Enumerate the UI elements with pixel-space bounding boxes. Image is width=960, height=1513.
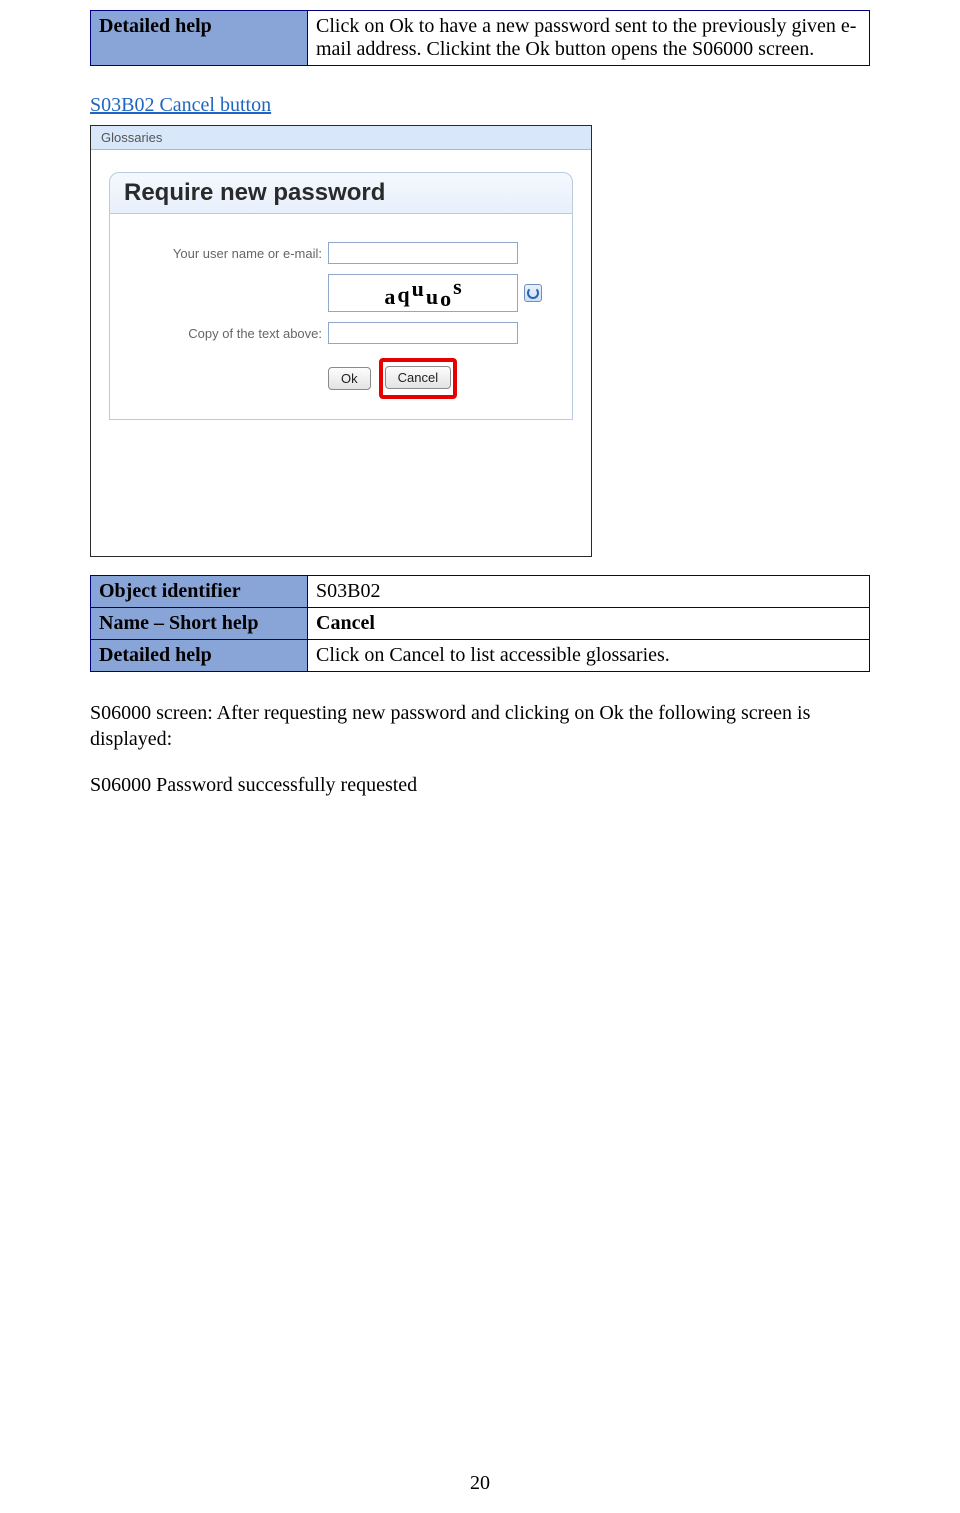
- top-detail-value: Click on Ok to have a new password sent …: [308, 11, 870, 66]
- table-row: Detailed help Click on Cancel to list ac…: [91, 640, 870, 672]
- captcha-char: a: [384, 286, 395, 308]
- captcha-char: q: [397, 284, 409, 306]
- object-detail-table: Object identifier S03B02 Name – Short he…: [90, 575, 870, 672]
- window-titlebar: Glossaries: [91, 126, 591, 150]
- top-detail-table: Detailed help Click on Ok to have a new …: [90, 10, 870, 66]
- username-input[interactable]: [328, 242, 518, 264]
- captcha-image: a q u u o s: [328, 274, 518, 312]
- captcha-char: s: [453, 276, 462, 298]
- cancel-button[interactable]: Cancel: [385, 366, 451, 389]
- page-number: 20: [0, 1472, 960, 1495]
- description-paragraph: S06000 screen: After requesting new pass…: [90, 700, 870, 752]
- top-detail-key: Detailed help: [91, 11, 308, 66]
- panel-title: Require new password: [109, 172, 573, 214]
- captcha-input[interactable]: [328, 322, 518, 344]
- cancel-highlight-box: Cancel: [379, 358, 457, 399]
- table-row: Object identifier S03B02: [91, 576, 870, 608]
- row-val: Click on Cancel to list accessible gloss…: [308, 640, 870, 672]
- row-key: Name – Short help: [91, 608, 308, 640]
- table-row: Name – Short help Cancel: [91, 608, 870, 640]
- row-key: Detailed help: [91, 640, 308, 672]
- ok-button[interactable]: Ok: [328, 367, 371, 390]
- captcha-char: u: [412, 278, 424, 300]
- copy-text-label: Copy of the text above:: [122, 326, 328, 341]
- section-heading-link[interactable]: S03B02 Cancel button: [90, 94, 271, 117]
- captcha-refresh-icon[interactable]: [524, 284, 542, 302]
- row-val: Cancel: [308, 608, 870, 640]
- embedded-screenshot: Glossaries Require new password Your use…: [90, 125, 592, 557]
- screen-title-text: S06000 Password successfully requested: [90, 772, 870, 798]
- captcha-char: u: [426, 286, 438, 308]
- row-key: Object identifier: [91, 576, 308, 608]
- row-val: S03B02: [308, 576, 870, 608]
- username-label: Your user name or e-mail:: [122, 246, 328, 261]
- captcha-char: o: [440, 288, 451, 310]
